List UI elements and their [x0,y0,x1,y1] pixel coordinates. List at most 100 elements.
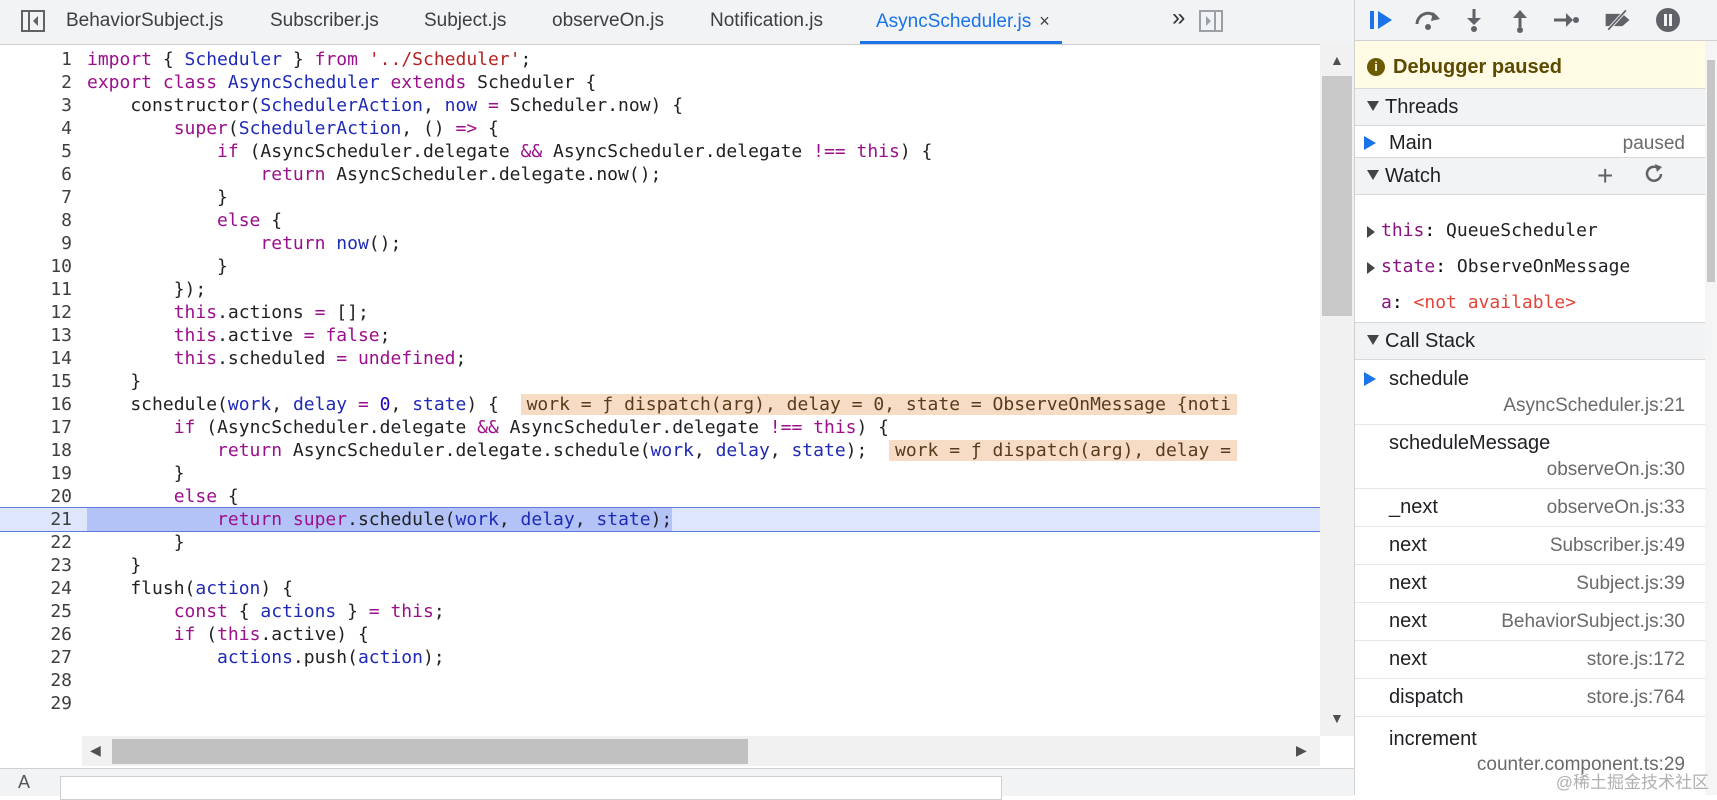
watch-item[interactable]: state: ObserveOnMessage [1355,256,1705,286]
expand-triangle-icon[interactable] [1367,226,1375,238]
code-view[interactable]: 1 import { Scheduler } from '../Scheduler… [0,44,1320,736]
tab-subscriber[interactable]: Subscriber.js [270,0,379,44]
line-number[interactable]: 14 [0,346,72,371]
tab-observeon[interactable]: observeOn.js [552,0,664,44]
line-number[interactable]: 27 [0,645,72,670]
code-line[interactable]: 18 return AsyncScheduler.delegate.schedu… [0,438,1320,463]
code-line[interactable]: 25 const { actions } = this; [0,599,1320,624]
code-line[interactable]: 14 this.scheduled = undefined; [0,346,1320,371]
call-frame-row[interactable]: next Subject.js:39 [1355,564,1705,603]
line-number[interactable]: 21 [0,508,72,531]
code-line[interactable]: 16 schedule(work, delay = 0, state) { wo… [0,392,1320,417]
code-line[interactable]: 27 actions.push(action); [0,645,1320,670]
tab-notification[interactable]: Notification.js [710,0,823,44]
code-line[interactable]: 3 constructor(SchedulerAction, now = Sch… [0,93,1320,118]
toggle-debugger-sidebar-icon[interactable] [1196,6,1226,36]
frame-location[interactable]: Subscriber.js:49 [1550,535,1685,557]
call-stack-section-header[interactable]: Call Stack [1355,322,1705,360]
horizontal-scrollbar-thumb[interactable] [112,739,748,764]
code-line[interactable]: 5 if (AsyncScheduler.delegate && AsyncSc… [0,139,1320,164]
line-number[interactable]: 22 [0,530,72,555]
expand-triangle-icon[interactable] [1367,262,1375,274]
code-line[interactable]: 20 else { [0,484,1320,509]
pause-on-exceptions-icon[interactable] [1653,6,1683,34]
call-frame-row[interactable]: next BehaviorSubject.js:30 [1355,602,1705,641]
code-line[interactable]: 26 if (this.active) { [0,622,1320,647]
more-tabs-icon[interactable]: » [1172,4,1185,32]
line-number[interactable]: 9 [0,231,72,256]
code-line[interactable]: 17 if (AsyncScheduler.delegate && AsyncS… [0,415,1320,440]
close-tab-icon[interactable]: × [1039,11,1050,31]
font-size-icon[interactable]: A [18,772,30,793]
code-line[interactable]: 19 } [0,461,1320,486]
code-line[interactable]: 22 } [0,530,1320,555]
tab-asyncscheduler[interactable]: AsyncScheduler.js × [860,0,1062,44]
line-number[interactable]: 12 [0,300,72,325]
scroll-up-arrow-icon[interactable]: ▲ [1330,52,1344,68]
step-into-icon[interactable] [1459,6,1489,34]
line-number[interactable]: 8 [0,208,72,233]
call-frame-row[interactable]: scheduleMessage observeOn.js:30 [1355,424,1705,489]
code-line[interactable]: 24 flush(action) { [0,576,1320,601]
code-line[interactable]: 9 return now(); [0,231,1320,256]
code-line[interactable]: 7 } [0,185,1320,210]
line-number[interactable]: 15 [0,369,72,394]
tab-behaviorsubject[interactable]: BehaviorSubject.js [66,0,223,44]
line-number[interactable]: 19 [0,461,72,486]
line-number[interactable]: 20 [0,484,72,509]
tab-subject[interactable]: Subject.js [424,0,506,44]
frame-location[interactable]: observeOn.js:33 [1547,497,1685,519]
code-line[interactable]: 15 } [0,369,1320,394]
frame-location[interactable]: store.js:764 [1587,687,1685,709]
deactivate-breakpoints-icon[interactable] [1603,6,1633,34]
code-line[interactable]: 11 }); [0,277,1320,302]
watch-section-header[interactable]: Watch + [1355,157,1705,195]
code-line[interactable]: 28 [0,668,1320,693]
frame-location[interactable]: Subject.js:39 [1576,573,1685,595]
line-number[interactable]: 28 [0,668,72,693]
code-line[interactable]: 1 import { Scheduler } from '../Scheduler… [0,47,1320,72]
watch-item[interactable]: a: <not available> [1355,292,1705,322]
call-frame-row[interactable]: next Subscriber.js:49 [1355,526,1705,565]
toggle-navigator-icon[interactable] [18,6,48,36]
code-line[interactable]: 8 else { [0,208,1320,233]
call-frame-row[interactable]: dispatch store.js:764 [1355,678,1705,717]
line-number[interactable]: 3 [0,93,72,118]
code-line[interactable]: 6 return AsyncScheduler.delegate.now(); [0,162,1320,187]
line-number[interactable]: 23 [0,553,72,578]
vertical-scrollbar-thumb[interactable] [1322,76,1352,316]
line-number[interactable]: 29 [0,691,72,716]
line-number[interactable]: 1 [0,47,72,72]
frame-location[interactable]: store.js:172 [1587,649,1685,671]
frame-location[interactable]: AsyncScheduler.js:21 [1503,395,1685,417]
line-number[interactable]: 26 [0,622,72,647]
line-number[interactable]: 5 [0,139,72,164]
current-execution-line[interactable]: 21 return super.schedule(work, delay, st… [0,507,1320,532]
call-frame-row[interactable]: _next observeOn.js:33 [1355,488,1705,527]
scroll-left-arrow-icon[interactable]: ◀ [90,742,101,759]
code-line[interactable]: 12 this.actions = []; [0,300,1320,325]
step-out-icon[interactable] [1505,6,1535,34]
threads-section-header[interactable]: Threads [1355,88,1705,126]
code-line[interactable]: 2 export class AsyncScheduler extends Sch… [0,70,1320,95]
code-line[interactable]: 10 } [0,254,1320,279]
step-over-icon[interactable] [1413,6,1443,34]
line-number[interactable]: 18 [0,438,72,463]
code-line[interactable]: 13 this.active = false; [0,323,1320,348]
sidebar-scrollbar-thumb[interactable] [1707,60,1715,282]
search-input[interactable] [60,776,1002,800]
frame-location[interactable]: observeOn.js:30 [1547,459,1685,481]
line-number[interactable]: 7 [0,185,72,210]
code-line[interactable]: 23 } [0,553,1320,578]
line-number[interactable]: 25 [0,599,72,624]
code-line[interactable]: 29 [0,691,1320,716]
scroll-right-arrow-icon[interactable]: ▶ [1296,742,1307,759]
step-icon[interactable] [1551,6,1581,34]
watch-item[interactable]: this: QueueScheduler [1355,220,1705,250]
line-number[interactable]: 11 [0,277,72,302]
line-number[interactable]: 24 [0,576,72,601]
line-number[interactable]: 6 [0,162,72,187]
line-number[interactable]: 10 [0,254,72,279]
call-frame-row[interactable]: next store.js:172 [1355,640,1705,679]
resume-icon[interactable] [1367,6,1397,34]
